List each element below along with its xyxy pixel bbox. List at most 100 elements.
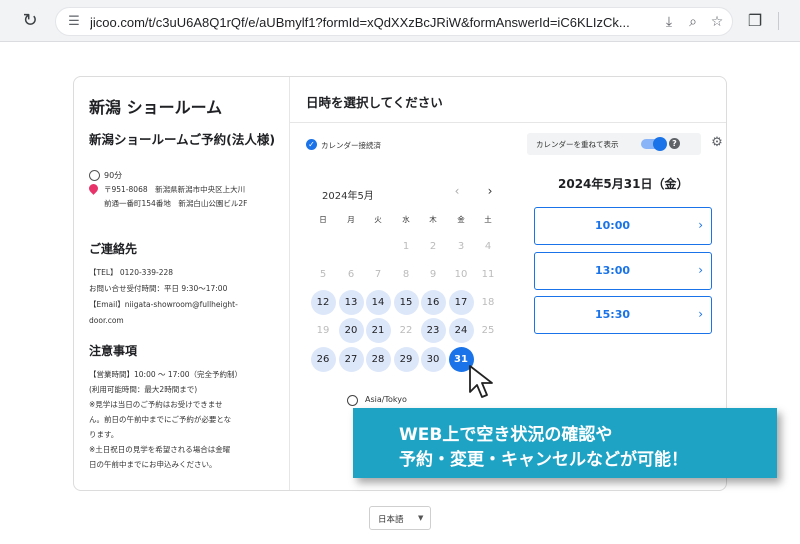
chevron-right-icon[interactable]: › [483, 183, 497, 199]
time-slot-label: 13:00 [594, 264, 630, 277]
calendar-day: 4 [484, 241, 492, 252]
chevron-right-icon: › [698, 263, 703, 277]
calendar-day: 19 [316, 325, 330, 336]
toolbar-divider [778, 12, 779, 30]
toggle-knob [653, 137, 667, 151]
notes-heading: 注意事項 [89, 344, 138, 358]
overlay-calendar-control: カレンダーを重ねて表示 ? [527, 133, 701, 155]
calendar-day[interactable]: 20 [338, 318, 364, 343]
weekday-label: 火 [374, 215, 382, 224]
calendar-day[interactable]: 30 [420, 347, 446, 372]
weekday-label: 土 [484, 215, 492, 224]
chevron-left-icon[interactable]: ‹ [450, 183, 464, 199]
calendar-day[interactable]: 17 [448, 290, 474, 315]
site-info-icon[interactable]: ☰ [65, 13, 83, 31]
calendar-day: 6 [347, 269, 355, 280]
timezone-label[interactable]: Asia/Tokyo [365, 395, 407, 404]
calendar-day[interactable]: 28 [365, 347, 391, 372]
overlay-calendar-toggle[interactable] [641, 137, 667, 151]
contact-line: 【TEL】 0120-339-228 [89, 268, 174, 277]
calendar-day[interactable]: 23 [420, 318, 446, 343]
calendar-day: 3 [457, 241, 465, 252]
calendar-day: 2 [429, 241, 437, 252]
contact-line: 【Email】niigata-showroom@fullheight- [89, 300, 238, 309]
calendar-day[interactable]: 13 [338, 290, 364, 315]
help-icon[interactable]: ? [669, 138, 680, 149]
weekday-label: 水 [402, 215, 410, 224]
weekday-label: 月 [347, 215, 355, 224]
time-slot-button[interactable]: 10:00 › [534, 207, 712, 245]
weekday-label: 木 [429, 215, 437, 224]
bookmark-star-icon[interactable]: ☆ [708, 13, 726, 31]
calendar-day: 8 [402, 269, 410, 280]
contact-line: door.com [89, 316, 124, 325]
calendar-day: 11 [481, 269, 495, 280]
notes-line: (利用可能時間：最大2時間まで) [89, 385, 198, 394]
gear-icon[interactable]: ⚙ [710, 136, 724, 150]
clock-icon [89, 170, 100, 181]
calendar-day[interactable]: 26 [310, 347, 336, 372]
weekday-label: 金 [457, 215, 465, 224]
panel-divider [290, 122, 726, 123]
event-info-panel: 新潟 ショールーム 新潟ショールームご予約(法人様) 90分 〒951-8068… [74, 77, 290, 490]
time-slot-button[interactable]: 13:00 › [534, 252, 712, 290]
chevron-right-icon: › [698, 218, 703, 232]
address-line: 〒951-8068 新潟県新潟市中央区上大川 [104, 185, 246, 194]
notes-details: 【営業時間】10:00 ～ 17:00（完全予約制） (利用可能時間：最大2時間… [89, 367, 285, 472]
duration-text: 90分 [104, 171, 123, 180]
calendar-day: 9 [429, 269, 437, 280]
notes-line: ります。 [89, 430, 119, 439]
notes-line: 日の午前中までにお申込みください。 [89, 460, 217, 469]
extensions-icon[interactable]: ❐ [745, 11, 765, 31]
reload-icon[interactable]: ↻ [20, 11, 40, 31]
callout-line-1: WEB上で空き状況の確認や [399, 425, 613, 445]
callout-line-2: 予約・変更・キャンセルなどが可能！ [399, 450, 688, 470]
calendar-day: 10 [454, 269, 468, 280]
calendar-day[interactable]: 15 [393, 290, 419, 315]
calendar-day: 1 [402, 241, 410, 252]
notes-line: ※土日祝日の見学を希望される場合は金曜 [89, 445, 231, 454]
calendar-day[interactable]: 14 [365, 290, 391, 315]
calendar-day[interactable]: 21 [365, 318, 391, 343]
calendar-day: 5 [319, 269, 327, 280]
calendar-linked-label: カレンダー接続済 [321, 141, 381, 150]
feature-callout: WEB上で空き状況の確認や 予約・変更・キャンセルなどが可能！ [353, 408, 777, 478]
panel-title: 日時を選択してください [306, 95, 443, 110]
zoom-icon[interactable]: ⌕ [684, 13, 702, 31]
notes-line: 【営業時間】10:00 ～ 17:00（完全予約制） [89, 370, 242, 379]
overlay-calendar-label: カレンダーを重ねて表示 [536, 140, 619, 149]
address-line: 前通一番町154番地 新潟白山公園ビル2F [104, 199, 248, 208]
time-slot-label: 10:00 [594, 219, 630, 232]
shop-title: 新潟 ショールーム [89, 98, 223, 117]
browser-toolbar: ↻ ☰ jicoo.com/t/c3uU6A8Q1rQf/e/aUBmylf1?… [0, 0, 800, 42]
calendar-day[interactable]: 27 [338, 347, 364, 372]
contact-details: 【TEL】 0120-339-228 お問い合せ受付時間：平日 9:30～17:… [89, 265, 285, 329]
time-slot-button[interactable]: 15:30 › [534, 296, 712, 334]
contact-heading: ご連絡先 [89, 242, 138, 256]
language-select[interactable]: 日本語 ▼ [369, 506, 431, 530]
check-circle-icon: ✓ [306, 139, 317, 150]
language-label: 日本語 [378, 515, 404, 525]
time-slot-label: 15:30 [594, 308, 630, 321]
selected-date-heading: 2024年5月31日（金） [558, 177, 689, 191]
calendar-day: 18 [481, 297, 495, 308]
mouse-cursor-icon [469, 365, 493, 398]
calendar-day[interactable]: 12 [310, 290, 336, 315]
globe-icon [347, 395, 358, 406]
location-pin-icon [87, 182, 100, 195]
weekday-label: 日 [319, 215, 327, 224]
chevron-right-icon: › [698, 307, 703, 321]
calendar-day: 22 [399, 325, 413, 336]
calendar-day[interactable]: 24 [448, 318, 474, 343]
caret-down-icon: ▼ [418, 514, 424, 522]
address-bar[interactable]: ☰ jicoo.com/t/c3uU6A8Q1rQf/e/aUBmylf1?fo… [55, 7, 733, 36]
calendar-day: 7 [374, 269, 382, 280]
calendar-day[interactable]: 29 [393, 347, 419, 372]
notes-line: ※見学は当日のご予約はお受けできませ [89, 400, 223, 409]
address-text: 〒951-8068 新潟県新潟市中央区上大川 前通一番町154番地 新潟白山公園… [104, 183, 288, 211]
month-label: 2024年5月 [322, 191, 374, 202]
calendar-day: 25 [481, 325, 495, 336]
install-app-icon[interactable]: ⤓ [660, 13, 678, 31]
calendar-day[interactable]: 16 [420, 290, 446, 315]
url-text[interactable]: jicoo.com/t/c3uU6A8Q1rQf/e/aUBmylf1?form… [90, 14, 650, 31]
